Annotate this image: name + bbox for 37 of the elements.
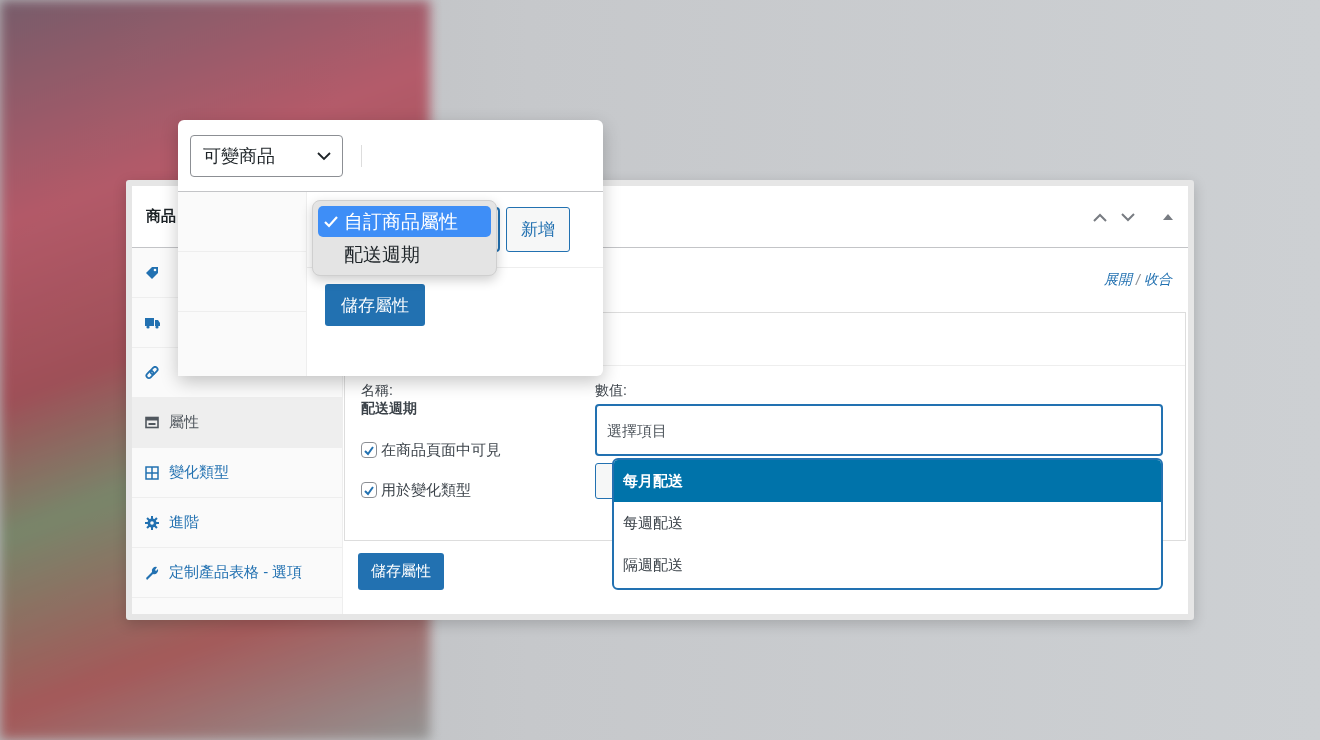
check-icon xyxy=(323,214,339,229)
window-icon xyxy=(145,416,159,429)
panel-title: 商品 xyxy=(146,207,176,226)
truck-icon xyxy=(145,316,160,329)
add-button[interactable]: 新增 xyxy=(506,207,570,252)
sidebar-tab[interactable]: 屬性 xyxy=(132,398,342,448)
checkbox-label: 用於變化類型 xyxy=(381,480,471,500)
link-icon xyxy=(145,365,159,380)
checkbox[interactable] xyxy=(361,482,377,498)
save-attributes-button[interactable]: 儲存屬性 xyxy=(358,553,444,590)
checkbox-label: 在商品頁面中可見 xyxy=(381,440,501,460)
sidebar-tab[interactable]: 進階 xyxy=(132,498,342,548)
name-label: 名稱: xyxy=(361,382,394,400)
chevron-down-icon xyxy=(316,149,332,162)
dropdown-option[interactable]: 隔週配送 xyxy=(614,544,1161,586)
sidebar-tab[interactable]: 定制產品表格 - 選項 xyxy=(132,548,342,598)
values-field[interactable]: 選擇項目 xyxy=(595,404,1163,456)
expand-link[interactable]: 展開 xyxy=(1104,271,1133,289)
dropdown-option[interactable]: 每月配送 xyxy=(614,460,1161,502)
sidebar-tab[interactable]: 變化類型 xyxy=(132,448,342,498)
collapse-link[interactable]: 收合 xyxy=(1144,271,1172,289)
chevron-down-icon[interactable] xyxy=(1120,210,1136,223)
gear-icon xyxy=(145,515,159,530)
wrench-icon xyxy=(145,565,159,580)
checkbox[interactable] xyxy=(361,442,377,458)
tag-icon xyxy=(145,265,159,280)
menu-item[interactable]: 配送週期 xyxy=(318,239,491,270)
dropdown-option[interactable]: 每週配送 xyxy=(614,502,1161,544)
separator: / xyxy=(1136,272,1140,288)
save-attributes-button[interactable]: 儲存屬性 xyxy=(325,284,425,326)
grid-icon xyxy=(145,465,159,480)
check-icon xyxy=(363,484,375,496)
check-icon xyxy=(363,444,375,456)
menu-item[interactable]: 自訂商品屬性 xyxy=(318,206,491,237)
attribute-name: 配送週期 xyxy=(361,400,418,418)
values-label: 數值: xyxy=(595,382,628,400)
product-type-select[interactable]: 可變商品 xyxy=(190,134,343,177)
